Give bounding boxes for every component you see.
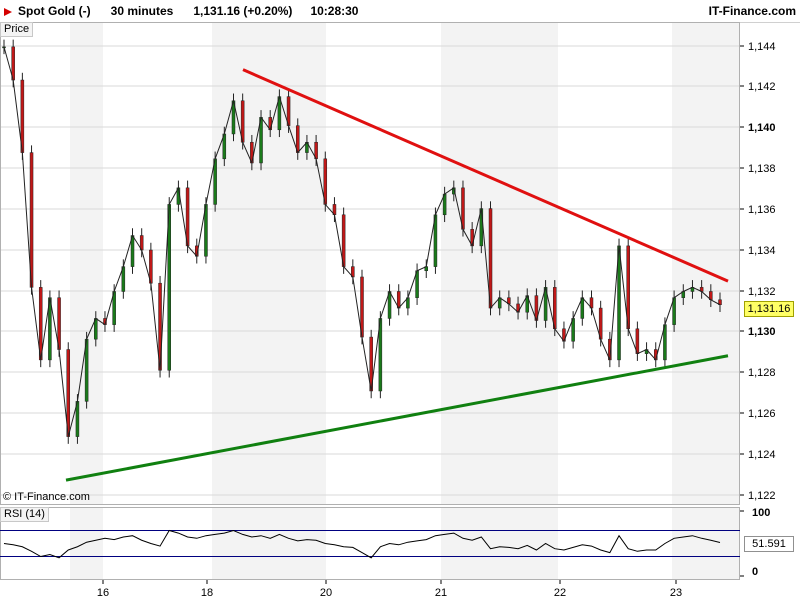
y-tick-label: 1,138 [748,163,776,175]
y-tick-label: 1,144 [748,41,776,53]
rsi-day-shade-band [441,507,558,580]
day-shade-band [672,22,740,505]
y-tick-label: 1,124 [748,449,776,461]
y-tick-label: 1,128 [748,367,776,379]
last-price-badge: 1,131.16 [744,301,794,317]
rsi-panel-tag: RSI (14) [0,507,49,522]
y-tick-label: 1,130 [748,326,776,338]
x-tick-label: 21 [435,587,447,599]
price-panel-tag: Price [0,22,34,37]
rsi-day-shade-band [672,507,740,580]
rsi-day-shade-band [212,507,326,580]
x-tick-label: 22 [554,587,566,599]
day-shade-band [70,22,103,505]
x-tick-label: 20 [320,587,332,599]
y-tick-label: 1,142 [748,81,776,93]
y-tick-label: 1,134 [748,245,776,257]
rsi-day-shade-band [70,507,103,580]
copyright-label: © IT-Finance.com [3,491,90,503]
rsi-upper-label: 100 [752,507,771,519]
price-chart[interactable]: 1,122 1,124 1,126 1,128 1,130 1,132 1,134 1,136… [0,0,800,600]
y-tick-label: 1,136 [748,204,776,216]
x-tick-label: 16 [97,587,109,599]
rsi-lower-label: 0 [752,566,759,578]
rsi-value-badge: 51.591 [744,536,794,552]
x-tick-label: 18 [201,587,213,599]
x-tick-label: 23 [670,587,682,599]
day-shade-band [441,22,558,505]
y-tick-label: 1,126 [748,408,776,420]
rsi-plot-area [0,507,740,580]
y-tick-label: 1,140 [748,122,776,134]
y-tick-label: 1,122 [748,490,776,502]
y-tick-label: 1,132 [748,286,776,298]
day-shade-band [212,22,326,505]
